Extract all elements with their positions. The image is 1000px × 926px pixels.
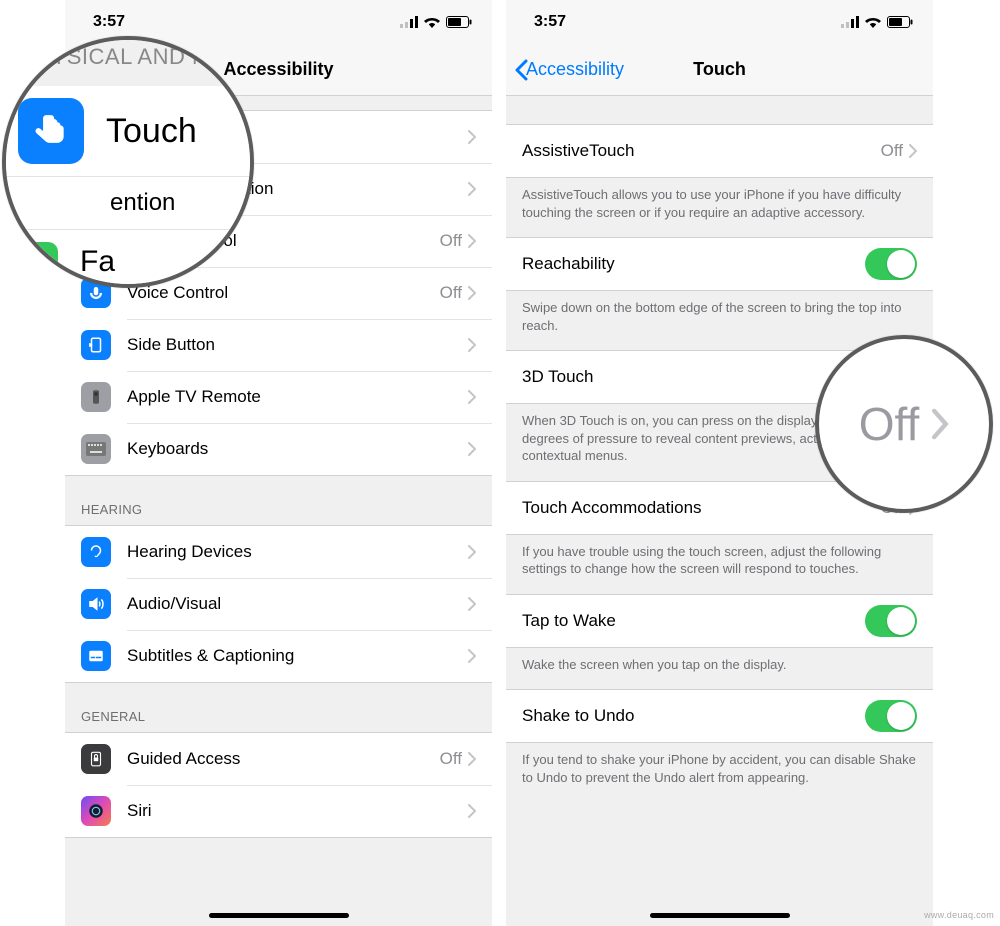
magnifier-off-text: Off [859, 397, 920, 451]
faceid-icon [18, 242, 58, 282]
footer-accom: If you have trouble using the touch scre… [506, 535, 933, 594]
chevron-icon [468, 752, 476, 766]
row-detail: Off [440, 231, 462, 251]
apple-tv-remote-icon [81, 382, 111, 412]
magnifier-row-partial1[interactable]: ention [2, 177, 254, 230]
siri-icon [81, 796, 111, 826]
battery-icon [887, 16, 913, 28]
chevron-icon [468, 286, 476, 300]
watermark: www.deuaq.com [924, 910, 994, 920]
magnifier-row-touch[interactable]: Touch [2, 86, 254, 177]
toggle-tap-to-wake[interactable] [865, 605, 917, 637]
row-assistive-touch[interactable]: AssistiveTouch Off [506, 125, 933, 177]
row-label: Audio/Visual [127, 594, 468, 614]
row-keyboards[interactable]: Keyboards [65, 423, 492, 475]
row-tap-to-wake: Tap to Wake [506, 595, 933, 647]
keyboards-icon [81, 434, 111, 464]
side-button-icon [81, 330, 111, 360]
home-indicator[interactable] [209, 913, 349, 918]
list-tap: Tap to Wake [506, 594, 933, 648]
wifi-icon [865, 16, 881, 28]
chevron-icon [468, 442, 476, 456]
magnifier-row-partial3[interactable]: Fa [2, 230, 254, 288]
cellular-icon [841, 16, 859, 28]
row-label: Siri [127, 801, 468, 821]
footer-tap: Wake the screen when you tap on the disp… [506, 648, 933, 690]
chevron-icon [468, 597, 476, 611]
row-label: Guided Access [127, 749, 440, 769]
home-indicator[interactable] [650, 913, 790, 918]
chevron-icon [468, 804, 476, 818]
chevron-icon [468, 338, 476, 352]
list-hearing: Hearing Devices Audio/Visual Subtitles &… [65, 525, 492, 683]
magnifier-partial-label: Fa [80, 245, 115, 279]
status-bar: 3:57 [506, 0, 933, 44]
status-time: 3:57 [93, 13, 125, 31]
row-detail: Off [440, 283, 462, 303]
magnifier-touch: PHYSICAL AND MOTOR Touch ention Fa [2, 36, 254, 288]
toggle-shake-to-undo[interactable] [865, 700, 917, 732]
magnifier-label: Touch [106, 112, 197, 151]
row-label: Hearing Devices [127, 542, 468, 562]
row-reachability: Reachability [506, 238, 933, 290]
list-shake: Shake to Undo [506, 689, 933, 743]
hearing-icon [81, 537, 111, 567]
row-label: Reachability [522, 254, 865, 274]
status-time: 3:57 [534, 13, 566, 31]
row-hearing-devices[interactable]: Hearing Devices [65, 526, 492, 578]
battery-icon [446, 16, 472, 28]
footer-shake: If you tend to shake your iPhone by acci… [506, 743, 933, 802]
back-label: Accessibility [526, 59, 624, 80]
row-shake-to-undo: Shake to Undo [506, 690, 933, 742]
magnifier-off: Off [815, 335, 993, 513]
row-siri[interactable]: Siri [65, 785, 492, 837]
row-detail: Off [440, 749, 462, 769]
toggle-reachability[interactable] [865, 248, 917, 280]
row-audio-visual[interactable]: Audio/Visual [65, 578, 492, 630]
chevron-icon [468, 545, 476, 559]
wifi-icon [424, 16, 440, 28]
chevron-icon [468, 649, 476, 663]
row-label: Tap to Wake [522, 611, 865, 631]
chevron-icon [468, 390, 476, 404]
status-icons [841, 16, 913, 28]
chevron-icon [468, 130, 476, 144]
chevron-icon [468, 182, 476, 196]
row-side-button[interactable]: Side Button [65, 319, 492, 371]
chevron-icon [931, 408, 949, 440]
subtitles-icon [81, 641, 111, 671]
guided-access-icon [81, 744, 111, 774]
row-label: Side Button [127, 335, 468, 355]
magnifier-heading: PHYSICAL AND MOTOR [2, 36, 254, 76]
row-label: Voice Control [127, 283, 440, 303]
chevron-icon [909, 144, 917, 158]
chevron-icon [468, 234, 476, 248]
footer-assistive: AssistiveTouch allows you to use your iP… [506, 178, 933, 237]
magnifier-partial-label: ention [110, 189, 175, 217]
cellular-icon [400, 16, 418, 28]
row-label: Keyboards [127, 439, 468, 459]
touch-icon [18, 98, 84, 164]
nav-title: Touch [693, 59, 746, 80]
back-button[interactable]: Accessibility [514, 59, 624, 81]
row-label: Apple TV Remote [127, 387, 468, 407]
section-header-general: GENERAL [65, 683, 492, 732]
row-subtitles[interactable]: Subtitles & Captioning [65, 630, 492, 682]
section-header-hearing: HEARING [65, 476, 492, 525]
row-label: Shake to Undo [522, 706, 865, 726]
list-general: Guided Access Off Siri [65, 732, 492, 838]
status-icons [400, 16, 472, 28]
row-apple-tv-remote[interactable]: Apple TV Remote [65, 371, 492, 423]
audio-visual-icon [81, 589, 111, 619]
row-guided-access[interactable]: Guided Access Off [65, 733, 492, 785]
nav-bar: Accessibility Touch [506, 44, 933, 96]
row-label: AssistiveTouch [522, 141, 881, 161]
list-reachability: Reachability [506, 237, 933, 291]
row-label: Touch Accommodations [522, 498, 881, 518]
row-label: Subtitles & Captioning [127, 646, 468, 666]
row-detail: Off [881, 141, 903, 161]
list-assistive: AssistiveTouch Off [506, 124, 933, 178]
